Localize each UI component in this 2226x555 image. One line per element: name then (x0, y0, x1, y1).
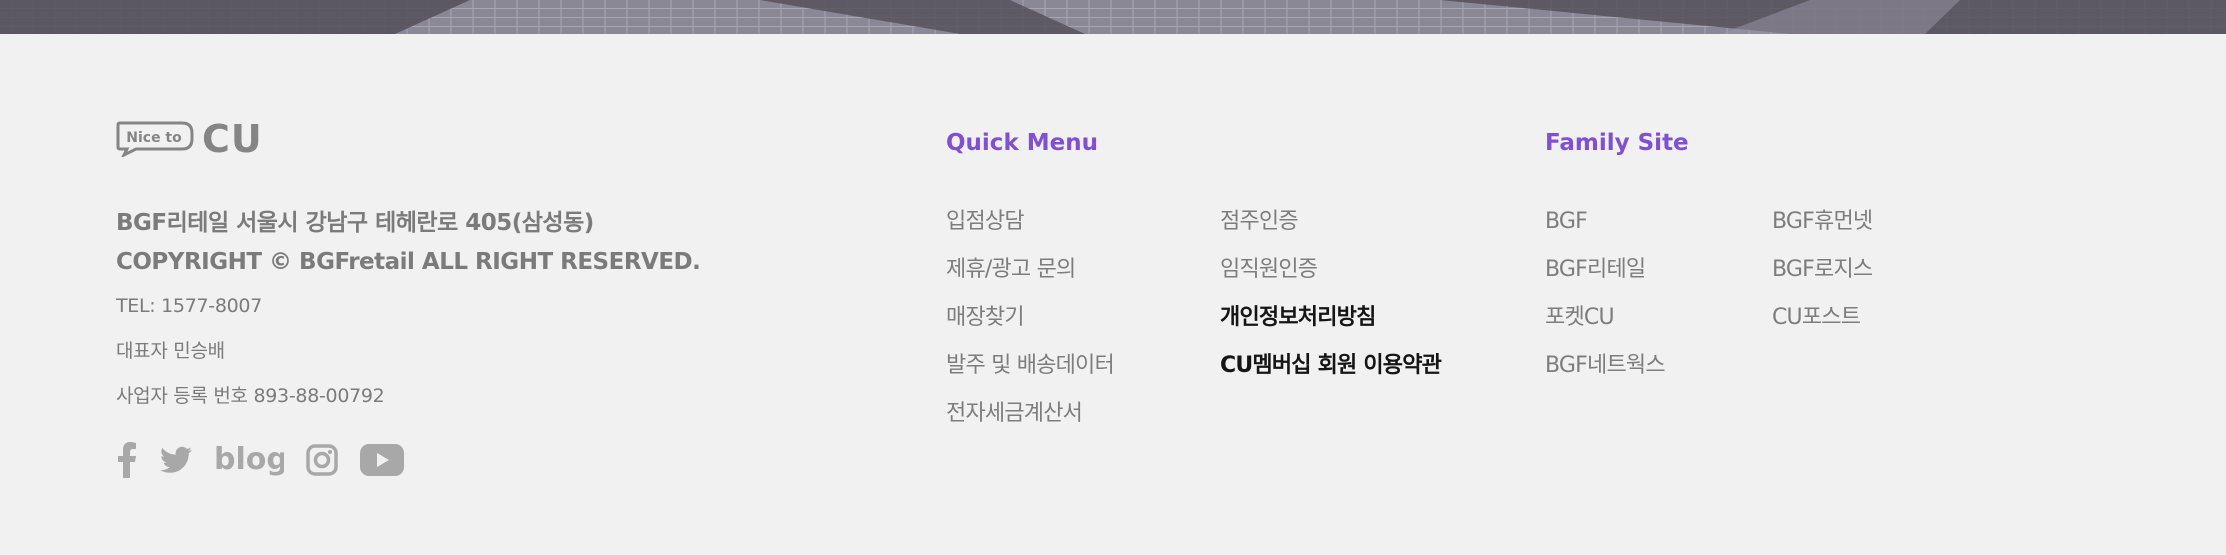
youtube-icon[interactable] (360, 444, 404, 476)
quick-menu-column-1: 입점상담 제휴/광고 문의 매장찾기 발주 및 배송데이터 전자세금계산서 (946, 202, 1115, 442)
business-number-text: 사업자 등록 번호 893-88-00792 (116, 385, 385, 407)
ceo-text: 대표자 민승배 (116, 340, 225, 362)
link-employee-auth[interactable]: 임직원인증 (1220, 250, 1441, 298)
family-site-column-1: BGF BGF리테일 포켓CU BGF네트웍스 (1545, 202, 1666, 394)
twitter-icon[interactable] (160, 446, 192, 474)
link-e-tax-invoice[interactable]: 전자세금계산서 (946, 394, 1114, 442)
family-site-column-2: BGF휴먼넷 BGF로지스 CU포스트 (1772, 202, 1873, 346)
link-order-delivery-data[interactable]: 발주 및 배송데이터 (946, 346, 1115, 394)
quick-menu-title: Quick Menu (946, 130, 1098, 156)
cu-logo-text: CU (202, 117, 263, 161)
link-bgf-networks[interactable]: BGF네트웍스 (1545, 346, 1666, 394)
nice-to-text: Nice to (126, 130, 182, 146)
link-partnership-ad-inquiry[interactable]: 제휴/광고 문의 (946, 250, 1114, 298)
copyright-text: COPYRIGHT © BGFretail ALL RIGHT RESERVED… (116, 249, 701, 275)
link-owner-auth[interactable]: 점주인증 (1220, 202, 1441, 250)
blog-icon[interactable]: blog (214, 443, 284, 477)
link-privacy-policy[interactable]: 개인정보처리방침 (1220, 298, 1441, 346)
nice-to-speech-bubble: Nice to (116, 121, 194, 157)
link-pocket-cu[interactable]: 포켓CU (1545, 298, 1665, 346)
link-cu-post[interactable]: CU포스트 (1772, 298, 1872, 346)
link-store-finder[interactable]: 매장찾기 (946, 298, 1114, 346)
family-site-title: Family Site (1545, 130, 1689, 156)
instagram-icon[interactable] (306, 444, 338, 476)
blog-icon-text: blog (214, 443, 284, 477)
social-links: blog (116, 442, 426, 478)
link-bgf-logis[interactable]: BGF로지스 (1772, 250, 1873, 298)
hero-image-strip (0, 0, 2226, 34)
link-membership-terms[interactable]: CU멤버십 회원 이용약관 (1220, 346, 1442, 394)
link-bgf[interactable]: BGF (1545, 202, 1665, 250)
nice-to-cu-logo[interactable]: Nice to CU (116, 120, 263, 158)
quick-menu-column-2: 점주인증 임직원인증 개인정보처리방침 CU멤버십 회원 이용약관 (1220, 202, 1442, 394)
facebook-icon[interactable] (116, 442, 138, 478)
company-address: BGF리테일 서울시 강남구 테헤란로 405(삼성동) (116, 210, 594, 236)
company-info: BGF리테일 서울시 강남구 테헤란로 405(삼성동) COPYRIGHT ©… (116, 204, 701, 419)
link-bgf-retail[interactable]: BGF리테일 (1545, 250, 1665, 298)
tel-text: TEL: 1577-8007 (116, 295, 263, 317)
link-store-consultation[interactable]: 입점상담 (946, 202, 1114, 250)
link-bgf-humannet[interactable]: BGF휴먼넷 (1772, 202, 1873, 250)
